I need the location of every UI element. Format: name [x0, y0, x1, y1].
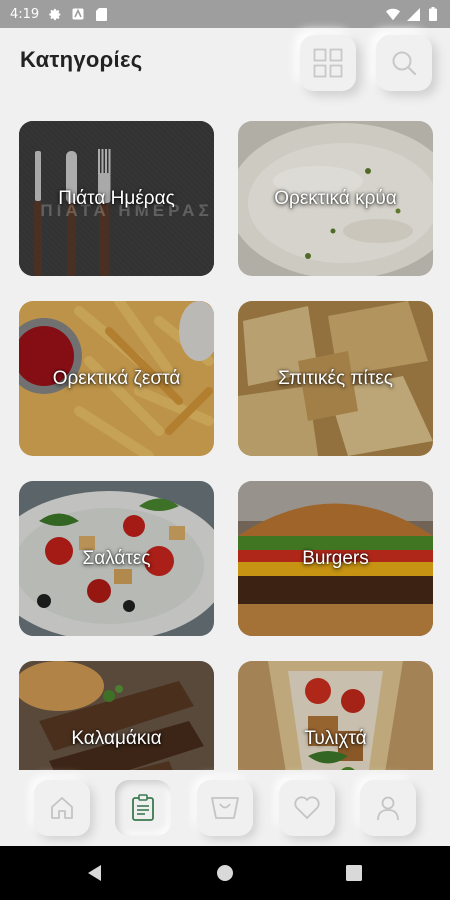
category-label: Ορεκτικά κρύα [274, 187, 397, 209]
grid-view-icon [313, 48, 343, 78]
category-label: Σαλάτες [82, 547, 151, 569]
nav-home-button[interactable] [34, 780, 90, 836]
nav-favorites-button[interactable] [279, 780, 335, 836]
home-icon [51, 797, 73, 819]
header: Κατηγορίες [0, 28, 450, 118]
category-card-hot-appetizers[interactable]: Ορεκτικά ζεστά [19, 301, 214, 456]
nav-cart-button[interactable] [197, 780, 253, 836]
category-label: Burgers [302, 547, 369, 569]
nav-profile-button[interactable] [360, 780, 416, 836]
gear-icon [48, 7, 62, 21]
category-label: Ορεκτικά ζεστά [52, 367, 181, 389]
category-grid: ΠΙΑΤΑ ΗΜΕΡΑΣ Πιάτα Ημέρας Ορεκτικά κρύα [19, 121, 433, 771]
favorites-icon [294, 796, 320, 819]
status-time: 4:19 [10, 6, 40, 22]
system-home-button[interactable] [216, 864, 234, 882]
back-triangle-icon [88, 865, 101, 881]
search-button[interactable] [376, 35, 432, 91]
category-card-burgers[interactable]: Burgers [238, 481, 433, 636]
status-bar: 4:19 [0, 0, 450, 28]
app-notification-icon [71, 7, 85, 21]
category-card-salads[interactable]: Σαλάτες [19, 481, 214, 636]
menu-icon [132, 794, 154, 821]
page-title: Κατηγορίες [20, 47, 143, 72]
sd-card-icon [94, 7, 108, 21]
category-label: Τυλιχτά [304, 727, 367, 749]
recents-square-icon [346, 865, 362, 881]
battery-icon [426, 7, 440, 21]
profile-icon [377, 796, 399, 821]
category-card-cold-appetizers[interactable]: Ορεκτικά κρύα [238, 121, 433, 276]
grid-view-button[interactable] [300, 35, 356, 91]
cart-icon [211, 797, 239, 819]
wifi-icon [386, 7, 400, 21]
system-back-button[interactable] [86, 864, 104, 882]
category-label: Σπιτικές πίτες [278, 367, 393, 389]
home-circle-icon [217, 865, 233, 881]
system-recents-button[interactable] [345, 864, 363, 882]
category-card-homemade-pies[interactable]: Σπιτικές πίτες [238, 301, 433, 456]
category-label: Πιάτα Ημέρας [58, 187, 175, 209]
category-label: Καλαμάκια [71, 727, 162, 749]
signal-icon [406, 7, 420, 21]
category-card-wraps[interactable]: Τυλιχτά [238, 661, 433, 771]
system-navigation-bar [0, 846, 450, 900]
nav-menu-button[interactable] [115, 780, 171, 836]
bottom-navigation [0, 770, 450, 846]
search-icon [392, 51, 417, 76]
category-card-daily-dishes[interactable]: ΠΙΑΤΑ ΗΜΕΡΑΣ Πιάτα Ημέρας [19, 121, 214, 276]
category-card-skewers[interactable]: Καλαμάκια [19, 661, 214, 771]
